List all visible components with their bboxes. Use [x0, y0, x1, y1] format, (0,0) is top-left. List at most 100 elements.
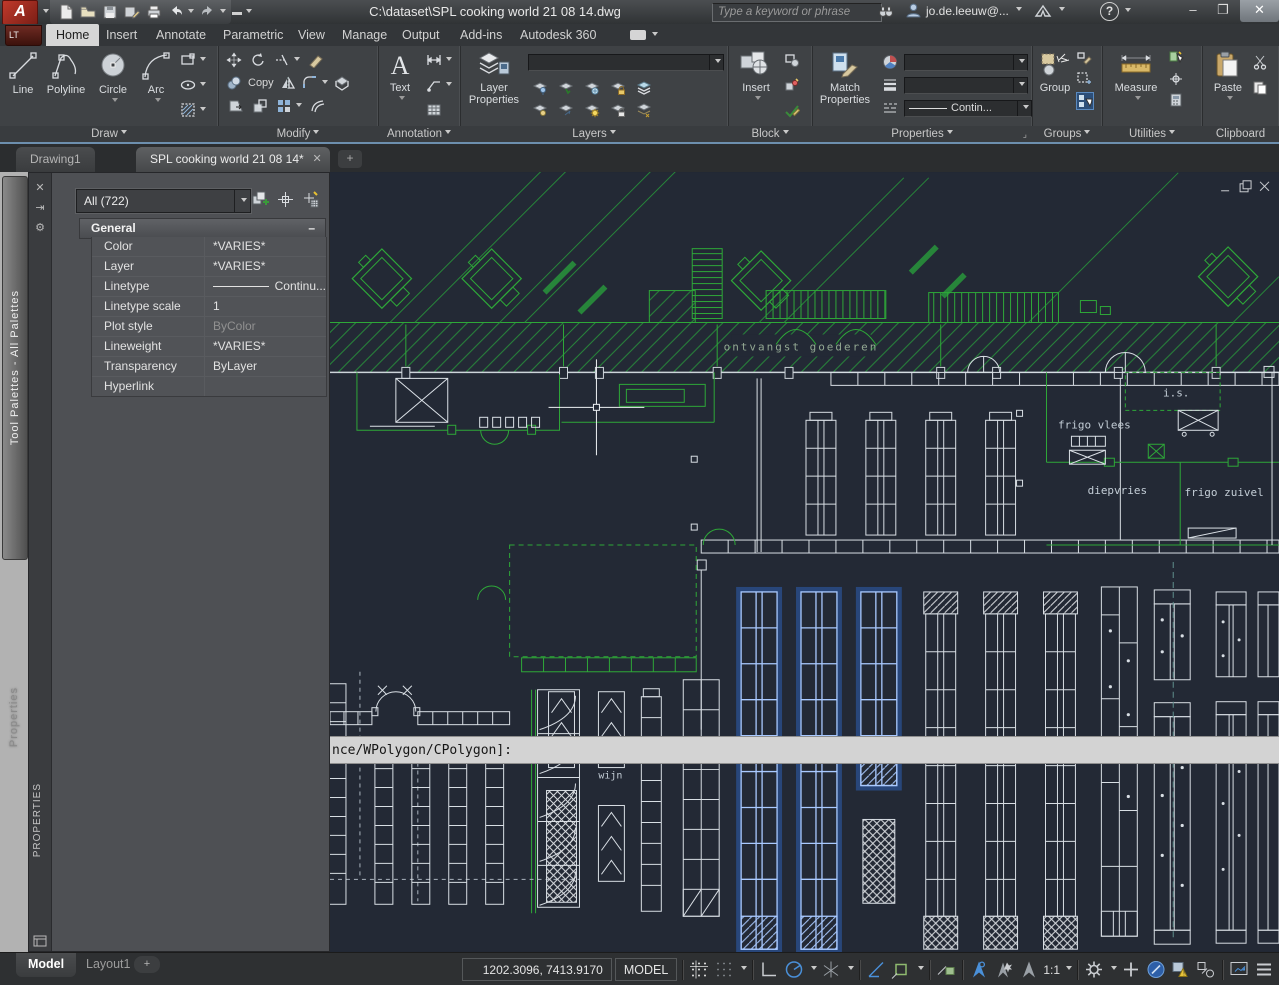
- layer-states-icon[interactable]: [636, 80, 652, 96]
- tab-autodesk360[interactable]: Autodesk 360: [510, 24, 606, 46]
- object-snap-icon[interactable]: [890, 958, 912, 981]
- linetype-icon[interactable]: [882, 100, 898, 116]
- redo-icon[interactable]: [200, 4, 216, 20]
- table-icon[interactable]: [426, 102, 442, 118]
- selection-filter-combo[interactable]: All (722): [76, 189, 251, 213]
- stretch-icon[interactable]: [228, 98, 244, 114]
- status-menu-icon[interactable]: [1253, 958, 1275, 981]
- layer-fade-icon[interactable]: [636, 102, 652, 118]
- group-edit-icon[interactable]: [1076, 71, 1092, 87]
- panel-label-properties[interactable]: Properties⌟: [812, 126, 1032, 142]
- tab-addins[interactable]: Add-ins: [450, 24, 512, 46]
- array-icon[interactable]: [276, 98, 292, 114]
- open-file-icon[interactable]: [80, 4, 96, 20]
- help-dropdown-icon[interactable]: [1125, 8, 1131, 15]
- snap-dropdown-icon[interactable]: [741, 966, 747, 973]
- help-icon[interactable]: ?: [1100, 2, 1119, 21]
- circle-dropdown-icon[interactable]: [112, 98, 118, 105]
- lineweight-combo[interactable]: [904, 77, 1028, 94]
- id-point-icon[interactable]: [1168, 71, 1184, 87]
- hatch-tool-icon[interactable]: [180, 102, 196, 118]
- arc-dropdown-icon[interactable]: [155, 98, 161, 105]
- palette-dock-icon[interactable]: [33, 935, 47, 947]
- model-paper-toggle[interactable]: MODEL: [615, 958, 677, 981]
- new-drawing-tab-button[interactable]: +: [338, 150, 362, 168]
- tab-view[interactable]: View: [288, 24, 335, 46]
- clean-screen-icon[interactable]: [1145, 958, 1167, 981]
- prop-row-linetype-scale[interactable]: Linetype scale1: [92, 297, 326, 317]
- set-base-point-icon[interactable]: [784, 77, 800, 93]
- layer-lock-icon[interactable]: [610, 80, 626, 96]
- circle-tool[interactable]: Circle: [92, 50, 134, 105]
- isodraft-dropdown-icon[interactable]: [848, 966, 854, 973]
- ortho-mode-icon[interactable]: [758, 958, 780, 981]
- plot-icon[interactable]: [146, 4, 162, 20]
- model-space-tab[interactable]: Model: [16, 953, 76, 977]
- file-tab-dr1[interactable]: Drawing1: [16, 147, 95, 172]
- leader-icon[interactable]: [426, 77, 442, 93]
- ribbon-display-toggle[interactable]: [630, 28, 660, 42]
- search-input[interactable]: Type a keyword or phrase: [712, 3, 882, 22]
- layer-unlock-icon[interactable]: [610, 102, 626, 118]
- tab-home[interactable]: Home: [46, 24, 99, 46]
- ungroup-icon[interactable]: [1076, 50, 1092, 66]
- tab-insert[interactable]: Insert: [96, 24, 147, 46]
- polar-dropdown-icon[interactable]: [811, 966, 817, 973]
- copy-label[interactable]: Copy: [248, 77, 274, 89]
- arc-tool[interactable]: Arc: [138, 50, 174, 105]
- app-menu-button[interactable]: A: [2, 0, 38, 25]
- annotation-visibility-icon[interactable]: [968, 958, 990, 981]
- qat-customize-arrow-icon[interactable]: [246, 9, 252, 16]
- layer-on-off-icon[interactable]: [584, 102, 600, 118]
- autodesk360-dropdown-icon[interactable]: [1059, 7, 1065, 14]
- properties-dialog-launcher-icon[interactable]: ⌟: [1023, 126, 1027, 142]
- undo-dropdown-icon[interactable]: [188, 9, 194, 16]
- close-button[interactable]: ✕: [1240, 0, 1279, 22]
- customize-plus-icon[interactable]: [1120, 958, 1142, 981]
- object-color-icon[interactable]: [882, 54, 898, 70]
- color-combo[interactable]: [904, 54, 1028, 71]
- select-objects-icon[interactable]: [276, 190, 295, 209]
- file-tab-active[interactable]: SPL cooking world 21 08 14*✕: [136, 147, 330, 172]
- toggle-pickadd-icon[interactable]: [301, 190, 320, 209]
- workspace-gear-icon[interactable]: [1083, 958, 1105, 981]
- layer-select-combo[interactable]: [528, 54, 724, 71]
- rotate-icon[interactable]: [250, 52, 266, 68]
- isolate-objects-icon[interactable]: [1195, 958, 1217, 981]
- offset-icon[interactable]: [310, 98, 326, 114]
- dynamic-input-icon[interactable]: [935, 958, 957, 981]
- annotation-scale-icon[interactable]: [1018, 958, 1040, 981]
- section-collapse-icon[interactable]: –: [308, 219, 315, 238]
- lineweight-icon[interactable]: [882, 77, 898, 93]
- signin-area[interactable]: jo.de.leeuw@...: [905, 2, 1065, 19]
- dimension-icon[interactable]: [426, 52, 442, 68]
- panel-label-draw[interactable]: Draw: [0, 126, 218, 142]
- qat-customize-icon[interactable]: ▬: [232, 7, 242, 18]
- layer-match-icon[interactable]: [558, 102, 574, 118]
- properties-dock-tab[interactable]: Properties: [2, 572, 26, 862]
- panel-label-modify[interactable]: Modify: [218, 126, 378, 142]
- section-general[interactable]: General –: [79, 218, 326, 239]
- prop-row-hyperlink[interactable]: Hyperlink: [92, 377, 326, 396]
- group-tool[interactable]: Group: [1034, 50, 1076, 94]
- redo-dropdown-icon[interactable]: [220, 9, 226, 16]
- quick-calc-icon[interactable]: [1168, 92, 1184, 108]
- command-line[interactable]: nce/WPolygon/CPolygon]:: [330, 736, 1279, 764]
- drawing-canvas[interactable]: ontvangst goederen i.s. frigo vlees diep…: [330, 172, 1279, 952]
- scale-icon[interactable]: [252, 98, 268, 114]
- polyline-tool[interactable]: Polyline: [42, 50, 90, 96]
- ellipse-tool-icon[interactable]: [180, 77, 196, 93]
- mirror-icon[interactable]: [280, 75, 296, 91]
- move-icon[interactable]: [226, 52, 242, 68]
- layer-current-icon[interactable]: [558, 80, 574, 96]
- panel-label-utilities[interactable]: Utilities: [1102, 126, 1202, 142]
- block-attributes-icon[interactable]: [784, 102, 800, 118]
- grid-display-icon[interactable]: [713, 958, 735, 981]
- help-area[interactable]: ?: [1100, 2, 1131, 21]
- match-properties-tool[interactable]: Match Properties: [814, 50, 876, 106]
- user-dropdown-icon[interactable]: [1016, 7, 1022, 14]
- quick-select-icon[interactable]: [1168, 50, 1184, 66]
- polar-tracking-icon[interactable]: [783, 958, 805, 981]
- panel-label-groups[interactable]: Groups: [1032, 126, 1102, 142]
- copy-clip-icon[interactable]: [1252, 80, 1268, 96]
